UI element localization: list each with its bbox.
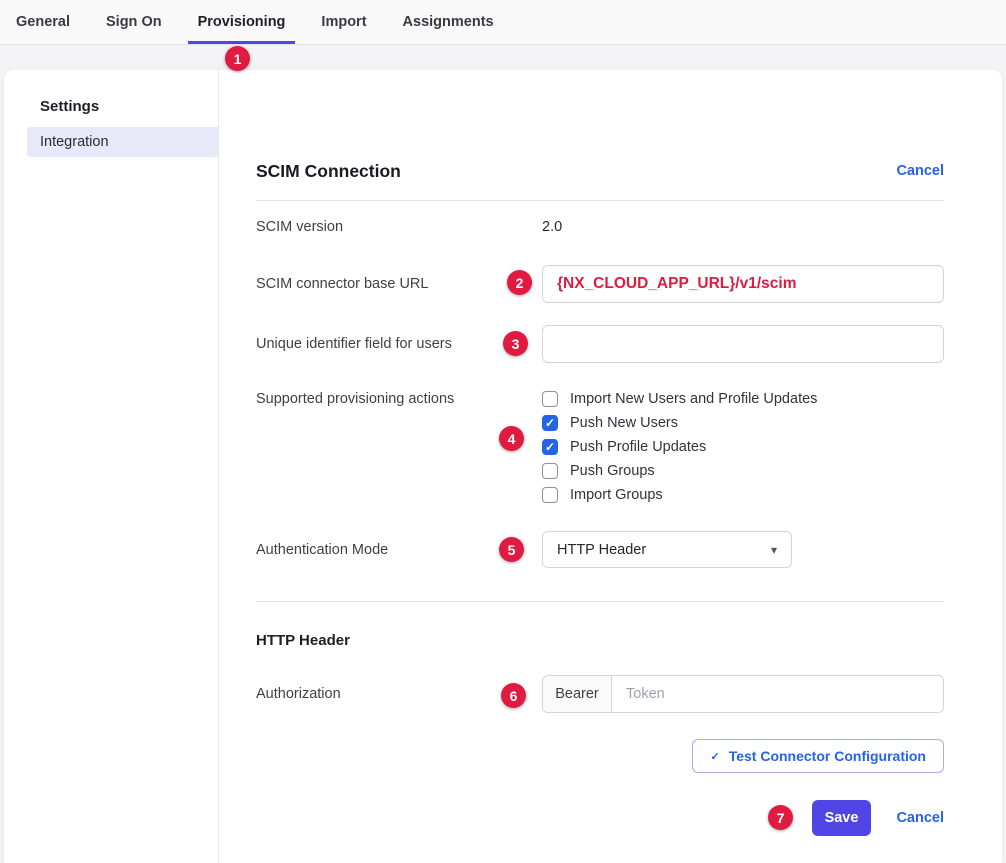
checkbox-icon xyxy=(542,487,558,503)
http-header-section-title: HTTP Header xyxy=(256,631,944,651)
form-panel: SCIM Connection Cancel SCIM version 2.0 … xyxy=(220,70,1002,836)
sidebar-item-integration[interactable]: Integration xyxy=(27,127,218,157)
tab-sign-on[interactable]: Sign On xyxy=(96,0,172,44)
step-badge-3: 3 xyxy=(503,331,528,356)
test-connector-button[interactable]: ✓ Test Connector Configuration xyxy=(692,739,944,773)
checkbox-icon xyxy=(542,391,558,407)
sidebar-header: Settings xyxy=(40,98,218,115)
cancel-link-top[interactable]: Cancel xyxy=(896,163,944,179)
page-title: SCIM Connection xyxy=(256,161,401,182)
unique-id-row: Unique identifier field for users xyxy=(256,325,944,363)
base-url-row: SCIM connector base URL xyxy=(256,265,944,303)
title-row: SCIM Connection Cancel xyxy=(256,160,944,182)
provisioning-action-option[interactable]: Push Groups xyxy=(542,459,944,483)
unique-id-control xyxy=(542,325,944,363)
provisioning-action-option[interactable]: Push Profile Updates xyxy=(542,435,944,459)
tab-provisioning[interactable]: Provisioning xyxy=(188,0,296,44)
base-url-input[interactable] xyxy=(542,265,944,303)
scim-version-value: 2.0 xyxy=(542,219,562,235)
page: General Sign On Provisioning Import Assignme… xyxy=(0,0,1006,863)
provisioning-action-option[interactable]: Import Groups xyxy=(542,483,944,507)
test-connector-row: ✓ Test Connector Configuration xyxy=(256,739,944,773)
app-tabbar: General Sign On Provisioning Import Assignme… xyxy=(0,0,1006,45)
provisioning-action-label: Import New Users and Profile Updates xyxy=(570,391,817,407)
content-card: Settings Integration SCIM Connection Can… xyxy=(4,70,1002,863)
checkbox-icon xyxy=(542,463,558,479)
provisioning-action-label: Push Profile Updates xyxy=(570,439,706,455)
step-badge-6: 6 xyxy=(501,683,526,708)
cancel-link-bottom[interactable]: Cancel xyxy=(896,810,944,826)
unique-id-input[interactable] xyxy=(542,325,944,363)
tab-general[interactable]: General xyxy=(6,0,80,44)
divider xyxy=(256,200,944,201)
scim-version-label: SCIM version xyxy=(256,219,542,235)
provisioning-action-option[interactable]: Import New Users and Profile Updates xyxy=(542,387,944,411)
authorization-input-group: Bearer xyxy=(542,675,944,713)
auth-mode-select[interactable]: HTTP Header ▾ xyxy=(542,531,792,568)
form-footer: Save Cancel xyxy=(256,800,944,836)
step-badge-2: 2 xyxy=(507,270,532,295)
bearer-prefix: Bearer xyxy=(543,676,612,712)
chevron-down-icon: ▾ xyxy=(771,543,777,557)
provisioning-actions-label: Supported provisioning actions xyxy=(256,387,542,411)
token-input[interactable] xyxy=(612,676,943,712)
provisioning-actions-list: Import New Users and Profile Updates Push… xyxy=(542,387,944,507)
auth-mode-control: HTTP Header ▾ xyxy=(542,531,944,568)
provisioning-action-label: Import Groups xyxy=(570,487,663,503)
provisioning-action-label: Push New Users xyxy=(570,415,678,431)
checkbox-icon xyxy=(542,439,558,455)
base-url-control xyxy=(542,265,944,303)
checkbox-icon xyxy=(542,415,558,431)
authorization-label: Authorization xyxy=(256,686,542,702)
step-badge-5: 5 xyxy=(499,537,524,562)
tab-assignments[interactable]: Assignments xyxy=(393,0,504,44)
auth-mode-value: HTTP Header xyxy=(557,542,646,558)
sidebar: Settings Integration xyxy=(4,70,219,863)
provisioning-action-label: Push Groups xyxy=(570,463,655,479)
base-url-label: SCIM connector base URL xyxy=(256,276,542,292)
save-button[interactable]: Save xyxy=(812,800,872,836)
step-badge-7: 7 xyxy=(768,805,793,830)
tab-import[interactable]: Import xyxy=(311,0,376,44)
step-badge-1: 1 xyxy=(225,46,250,71)
auth-mode-row: Authentication Mode HTTP Header ▾ xyxy=(256,531,944,568)
divider xyxy=(256,601,944,602)
provisioning-action-option[interactable]: Push New Users xyxy=(542,411,944,435)
provisioning-actions-row: Supported provisioning actions Import Ne… xyxy=(256,387,944,507)
scim-version-row: SCIM version 2.0 xyxy=(256,216,944,238)
check-icon: ✓ xyxy=(710,750,719,763)
step-badge-4: 4 xyxy=(499,426,524,451)
authorization-control: Bearer xyxy=(542,675,944,713)
unique-id-label: Unique identifier field for users xyxy=(256,336,542,352)
authorization-row: Authorization Bearer xyxy=(256,675,944,713)
test-connector-label: Test Connector Configuration xyxy=(729,748,926,764)
